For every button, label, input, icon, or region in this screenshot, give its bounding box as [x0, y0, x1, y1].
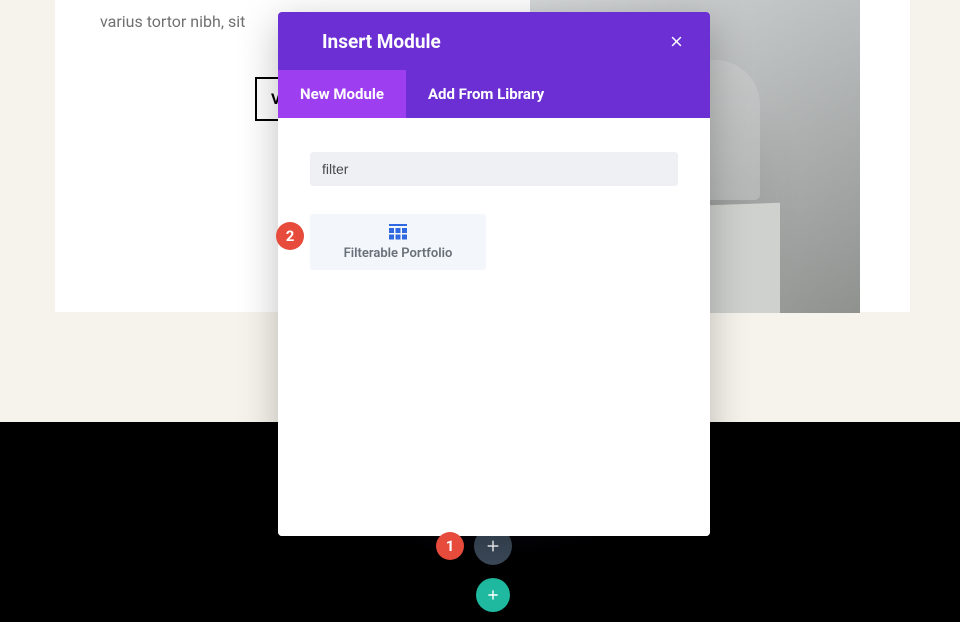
modal-header: Insert Module — [278, 12, 710, 70]
add-section-button[interactable] — [476, 578, 510, 612]
modal-title: Insert Module — [322, 30, 441, 53]
plus-icon — [486, 588, 500, 602]
modal-tabs: New Module Add From Library — [278, 70, 710, 118]
tab-add-from-library[interactable]: Add From Library — [406, 70, 566, 118]
module-label: Filterable Portfolio — [344, 246, 453, 261]
search-input[interactable] — [310, 152, 678, 186]
insert-module-modal: Insert Module New Module Add From Librar… — [278, 12, 710, 536]
modal-body: Filterable Portfolio — [278, 118, 710, 536]
plus-icon — [485, 538, 501, 554]
annotation-badge-2: 2 — [276, 222, 304, 250]
body-text: varius tortor nibh, sit — [100, 12, 245, 31]
close-icon — [669, 34, 684, 49]
annotation-badge-1: 1 — [436, 532, 464, 560]
close-button[interactable] — [666, 31, 686, 51]
module-filterable-portfolio[interactable]: Filterable Portfolio — [310, 214, 486, 270]
portfolio-grid-icon — [389, 224, 407, 240]
tab-new-module[interactable]: New Module — [278, 70, 406, 118]
